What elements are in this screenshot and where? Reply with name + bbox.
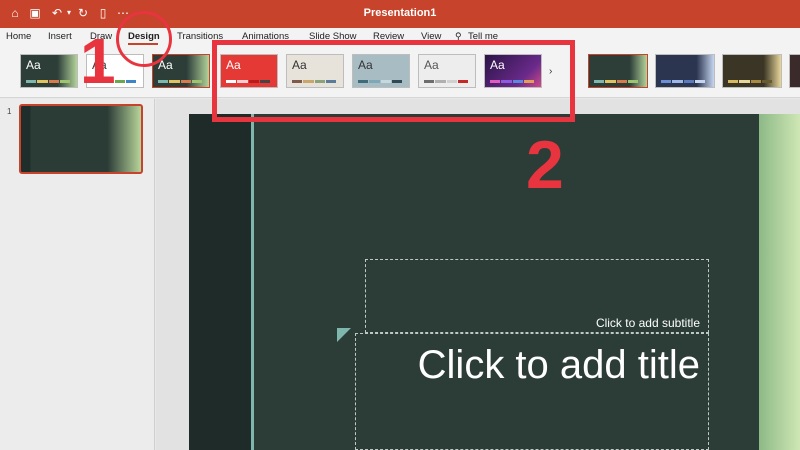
annotation-step-1: 1 [80,25,116,97]
theme-thumbnail[interactable]: Aa [20,54,78,88]
slide-editor[interactable]: Click to add subtitle Click to add title [189,114,800,450]
tab-home[interactable]: Home [6,31,31,42]
slide-side-gradient [759,114,800,450]
slide-accent-triangle [337,328,351,342]
variant-thumbnail[interactable] [789,54,800,88]
title-placeholder-text: Click to add title [417,343,700,387]
subtitle-placeholder[interactable]: Click to add subtitle [365,259,709,333]
subtitle-placeholder-text: Click to add subtitle [595,316,700,330]
variant-thumbnail[interactable] [655,54,715,88]
annotation-box-themes [212,40,575,122]
variant-thumbnail[interactable] [588,54,648,88]
slide-thumbnail-pane: 1 [0,99,155,450]
document-title: Presentation1 [363,7,437,19]
annotation-circle-design-tab [116,11,172,67]
slide-thumbnail[interactable] [19,104,143,174]
tab-insert[interactable]: Insert [48,31,72,42]
slide-accent-stripe [251,114,254,450]
variant-thumbnail[interactable] [722,54,782,88]
slide-number: 1 [7,107,12,116]
title-placeholder[interactable]: Click to add title [355,333,709,450]
powerpoint-window: ⌂ ▣ ↶ ▾ ↻ ▯ ⋯ Presentation1 Home Insert … [0,0,800,450]
annotation-step-2: 2 [526,127,564,203]
